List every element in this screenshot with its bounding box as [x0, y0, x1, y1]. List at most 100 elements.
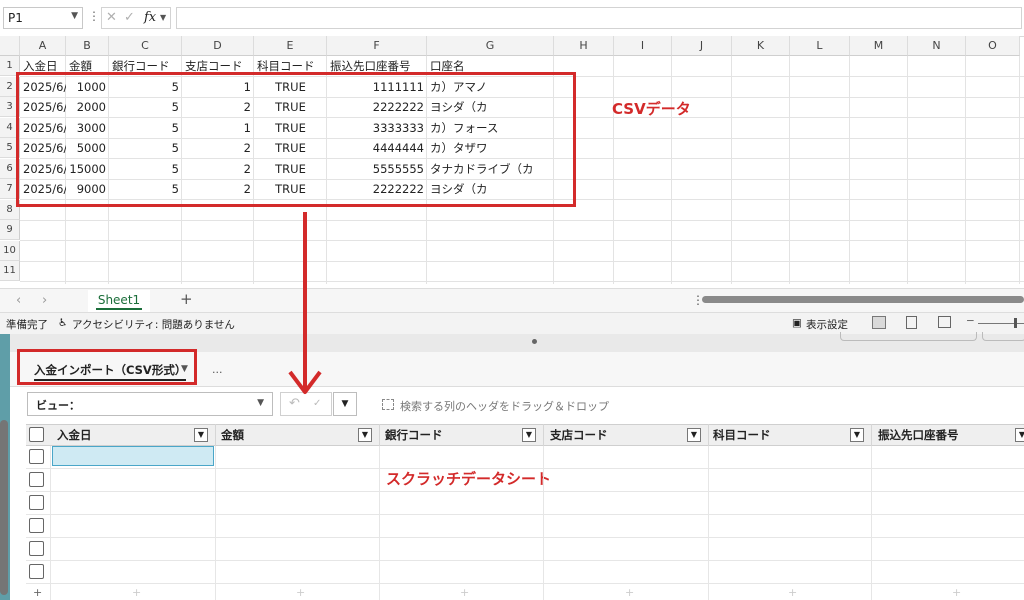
grid-column-header[interactable]: 金額 [216, 424, 380, 446]
grid-column-header[interactable]: 振込先口座番号 [873, 424, 1024, 446]
gridline [543, 446, 544, 600]
view-select[interactable]: ビュー： ▼ [27, 392, 273, 416]
filter-icon[interactable]: ▼ [850, 428, 864, 442]
gridline [671, 56, 672, 284]
gridline [379, 446, 380, 600]
row-checkbox[interactable] [29, 449, 44, 464]
more-tabs-button[interactable]: ... [212, 363, 223, 376]
gridline [907, 56, 908, 284]
group-by-drop-zone[interactable]: 検索する列のヘッダをドラッグ＆ドロップ [400, 398, 609, 414]
zoom-thumb[interactable] [1014, 318, 1017, 328]
row-checkbox[interactable] [29, 564, 44, 579]
csv-highlight-box [16, 72, 576, 207]
row-checkbox[interactable] [29, 495, 44, 510]
cancel-icon[interactable]: ✕ [106, 10, 117, 25]
display-settings-button[interactable]: 表示設定 [806, 317, 848, 332]
column-header[interactable]: L [790, 36, 850, 56]
gridline [50, 446, 51, 600]
filter-icon[interactable]: ▼ [358, 428, 372, 442]
column-header[interactable]: I [614, 36, 672, 56]
gridline [789, 56, 790, 284]
zoom-slider[interactable] [978, 323, 1024, 324]
column-header[interactable]: H [554, 36, 614, 56]
spreadsheet-grid: A B C D E F G H I J K L M N O 1 2 3 4 5 6 7 8 9 10 11 入金日 金額 銀行コード 支店… [0, 36, 1024, 284]
gridline [26, 583, 1024, 584]
column-header[interactable]: N [908, 36, 966, 56]
scratch-sheet-annotation: スクラッチデータシート [386, 470, 552, 488]
gridline [20, 281, 1024, 282]
column-header[interactable]: E [254, 36, 327, 56]
gridline [26, 560, 1024, 561]
display-settings-icon[interactable]: ▣ [792, 317, 802, 329]
prev-sheet-icon[interactable]: ‹ [16, 293, 21, 308]
add-row-icon: + [460, 586, 470, 599]
column-header[interactable]: D [182, 36, 254, 56]
splitter-handle-icon[interactable] [532, 339, 537, 344]
selected-cell[interactable] [52, 446, 214, 466]
grid-column-header[interactable]: 入金日 [52, 424, 216, 446]
gridline [1019, 56, 1020, 284]
column-header[interactable]: M [850, 36, 908, 56]
row-header[interactable]: 10 [0, 240, 20, 261]
gridline [26, 468, 1024, 469]
gridline [20, 240, 1024, 241]
fx-icon[interactable]: fx [144, 10, 156, 25]
more-vertical-icon[interactable]: ⋮ [88, 9, 100, 23]
gridline [731, 56, 732, 284]
gridline [20, 219, 1024, 221]
gridline [849, 56, 850, 284]
status-ready: 準備完了 [6, 319, 48, 331]
filter-icon[interactable]: ▼ [194, 428, 208, 442]
row-checkbox[interactable] [29, 518, 44, 533]
view-select-label: ビュー： [36, 399, 80, 412]
toolbar-dropdown[interactable]: ▼ [333, 392, 357, 416]
column-header[interactable]: O [966, 36, 1020, 56]
column-header[interactable]: K [732, 36, 790, 56]
filter-icon[interactable]: ▼ [1015, 428, 1024, 442]
chevron-down-icon[interactable]: ▼ [71, 11, 78, 21]
grid-column-header[interactable]: 支店コード [545, 424, 709, 446]
gridline [871, 446, 872, 600]
filter-icon[interactable]: ▼ [687, 428, 701, 442]
column-header[interactable]: J [672, 36, 732, 56]
grid-column-header[interactable]: 銀行コード [380, 424, 544, 446]
column-header[interactable]: F [327, 36, 427, 56]
add-row-icon[interactable]: + [33, 586, 42, 599]
add-row-icon: + [296, 586, 306, 599]
page-break-icon[interactable] [938, 316, 951, 328]
accessibility-icon[interactable]: ♿ [58, 317, 67, 329]
horizontal-scrollbar[interactable] [702, 296, 1024, 303]
panel-button[interactable] [840, 332, 977, 341]
next-sheet-icon[interactable]: › [42, 293, 47, 308]
gridline [708, 446, 709, 600]
page-layout-icon[interactable] [906, 316, 917, 329]
select-all-corner[interactable] [0, 36, 20, 56]
add-sheet-button[interactable]: + [180, 290, 193, 308]
zoom-out-icon[interactable]: − [966, 315, 975, 327]
row-checkbox[interactable] [29, 541, 44, 556]
gridline [26, 514, 1024, 515]
grid-column-header[interactable]: 科目コード [708, 424, 872, 446]
csv-data-annotation: CSVデータ [612, 100, 691, 118]
filter-icon[interactable]: ▼ [522, 428, 536, 442]
accessibility-status[interactable]: アクセシビリティ: 問題ありません [72, 317, 235, 332]
chevron-down-icon: ▼ [257, 398, 264, 408]
row-header[interactable]: 9 [0, 220, 20, 240]
panel-button[interactable] [982, 332, 1024, 341]
column-header[interactable]: A [20, 36, 66, 56]
column-header[interactable]: C [109, 36, 182, 56]
formula-input[interactable] [176, 7, 1022, 29]
gridline [26, 491, 1024, 492]
sheet-tab[interactable]: Sheet1 [88, 290, 150, 312]
vertical-scrollbar[interactable] [0, 420, 8, 595]
name-box[interactable]: P1 ▼ [3, 7, 83, 29]
column-header[interactable]: G [427, 36, 554, 56]
select-all-checkbox[interactable] [29, 427, 44, 442]
check-icon[interactable]: ✓ [124, 10, 135, 25]
chevron-down-icon[interactable]: ▼ [160, 13, 166, 22]
normal-view-icon[interactable] [872, 316, 886, 329]
add-row-icon: + [132, 586, 142, 599]
column-header[interactable]: B [66, 36, 109, 56]
row-header[interactable]: 11 [0, 261, 20, 281]
row-checkbox[interactable] [29, 472, 44, 487]
